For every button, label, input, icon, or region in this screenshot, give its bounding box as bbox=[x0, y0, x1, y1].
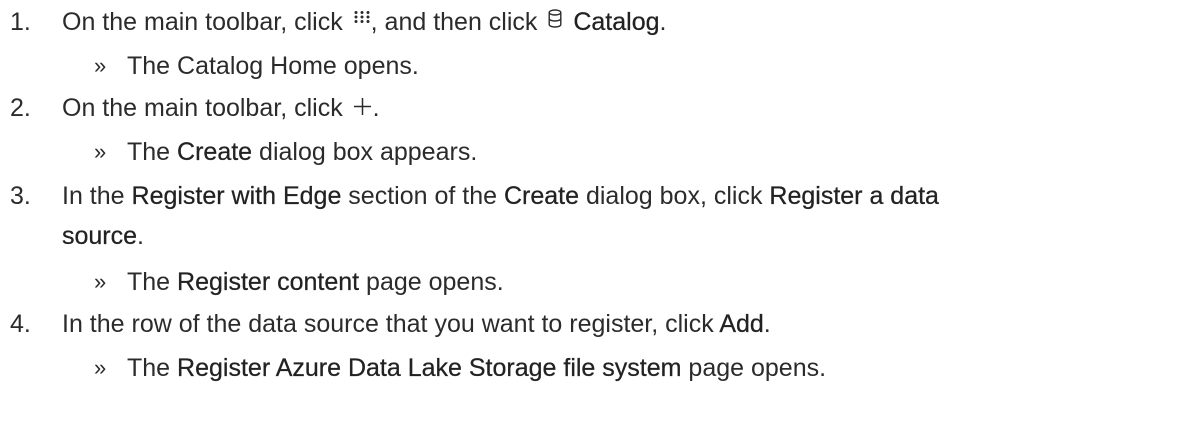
step-text: On the main toolbar, click . bbox=[62, 94, 380, 122]
step-text: In the row of the data source that you w… bbox=[62, 310, 771, 338]
step-number: 3. bbox=[10, 182, 31, 210]
plus-icon bbox=[353, 97, 372, 116]
result-text: The Register content page opens. bbox=[127, 268, 504, 296]
step-number: 4. bbox=[10, 310, 31, 338]
apps-grid-icon bbox=[353, 10, 371, 24]
result-marker: » bbox=[94, 269, 107, 294]
step-text: In the Register with Edge section of the… bbox=[62, 182, 939, 210]
result-text: The Create dialog box appears. bbox=[127, 138, 478, 166]
result-text: The Catalog Home opens. bbox=[127, 52, 419, 80]
database-icon bbox=[548, 9, 562, 28]
step-number: 2. bbox=[10, 94, 31, 122]
instructions-document: 1. On the main toolbar, click , and then… bbox=[0, 0, 1191, 430]
step-text: On the main toolbar, click , and then cl… bbox=[62, 8, 667, 36]
step-3-continuation: source. bbox=[62, 222, 144, 250]
result-marker: » bbox=[94, 139, 107, 164]
step-number: 1. bbox=[10, 8, 31, 36]
result-text: The Register Azure Data Lake Storage fil… bbox=[127, 354, 827, 382]
result-marker: » bbox=[94, 53, 107, 78]
catalog-label: Catalog bbox=[573, 8, 660, 36]
result-marker: » bbox=[94, 355, 107, 380]
